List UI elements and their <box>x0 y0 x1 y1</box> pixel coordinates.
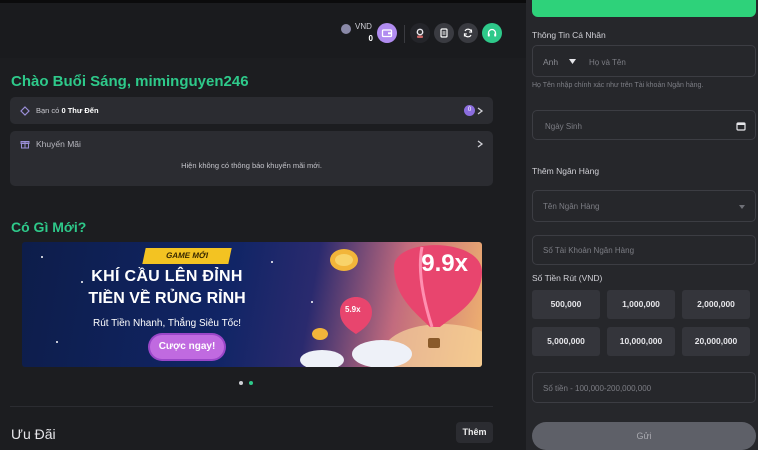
caret-down-icon <box>569 59 576 64</box>
divider <box>10 406 493 407</box>
account-number-field[interactable]: Số Tài Khoản Ngân Hàng <box>532 235 756 265</box>
submit-button[interactable]: Gửi <box>532 422 756 450</box>
calendar-icon[interactable] <box>736 121 746 131</box>
promo-banner[interactable]: GAME MỚI KHÍ CẦU LÊN ĐỈNH TIỀN VỀ RỦNG R… <box>22 242 482 367</box>
personal-info-title: Thông Tin Cá Nhân <box>532 30 606 40</box>
game-tag: GAME MỚI <box>142 248 232 264</box>
carousel-dots <box>239 381 255 386</box>
top-action-button[interactable] <box>532 0 756 17</box>
withdraw-panel: Thông Tin Cá Nhân Anh Họ và Tên Họ Tên n… <box>526 0 758 450</box>
inbox-prefix: Bạn có <box>36 106 60 115</box>
headset-icon[interactable] <box>482 23 502 43</box>
account-number-input[interactable]: Số Tài Khoản Ngân Hàng <box>543 246 634 255</box>
inbox-label: Bạn có 0 Thư Đến <box>36 106 99 115</box>
banner-subtitle: Rút Tiền Nhanh, Thắng Siêu Tốc! <box>92 318 242 329</box>
top-bar: VND 0 <box>0 0 526 58</box>
promo-label: Khuyến Mãi <box>36 139 81 149</box>
app-root: VND 0 Chào Buổi Sáng, miminguyen246 Bạn … <box>0 0 758 450</box>
avatar-icon[interactable] <box>410 23 430 43</box>
carousel-dot[interactable] <box>239 381 243 385</box>
chevron-right-icon <box>477 107 484 115</box>
full-name-input[interactable]: Họ và Tên <box>589 58 626 67</box>
offers-title: Ưu Đãi <box>11 426 56 442</box>
inbox-row[interactable]: Bạn có 0 Thư Đến 0 <box>10 97 493 124</box>
banner-headline-1: KHÍ CẦU LÊN ĐỈNH <box>91 268 243 285</box>
name-hint: Họ Tên nhập chính xác như trên Tài khoản… <box>532 82 704 89</box>
inbox-badge: 0 <box>464 105 475 116</box>
more-button[interactable]: Thêm <box>456 422 493 443</box>
promo-empty-message: Hiện không có thông báo khuyến mãi mới. <box>181 161 322 170</box>
gift-icon <box>20 141 30 149</box>
amount-option[interactable]: 10,000,000 <box>607 327 675 356</box>
clipboard-icon[interactable] <box>434 23 454 43</box>
multiplier-small: 5.9x <box>345 305 361 314</box>
withdraw-amount-title: Số Tiền Rút (VND) <box>532 273 603 283</box>
bank-select[interactable]: Tên Ngân Hàng <box>532 190 756 222</box>
multiplier-big: 9.9x <box>421 250 468 277</box>
wallet-balance[interactable]: VND 0 <box>341 22 375 44</box>
title-select[interactable]: Anh <box>543 57 558 67</box>
inbox-count: 0 Thư Đến <box>61 106 99 115</box>
banner-headline-2: TIỀN VỀ RỦNG RỈNH <box>88 290 246 307</box>
coin-icon <box>341 24 351 34</box>
greeting-title: Chào Buổi Sáng, miminguyen246 <box>11 73 249 90</box>
amount-option[interactable]: 20,000,000 <box>682 327 750 356</box>
chevron-right-icon <box>477 140 484 148</box>
promo-card[interactable]: Khuyến Mãi Hiện không có thông báo khuyế… <box>10 131 493 186</box>
name-field[interactable]: Anh Họ và Tên <box>532 45 756 77</box>
mail-icon <box>20 106 30 116</box>
dob-input[interactable]: Ngày Sinh <box>545 122 582 131</box>
carousel-dot-active[interactable] <box>249 381 253 385</box>
custom-amount-field[interactable]: Số tiền - 100,000-200,000,000 <box>532 372 756 403</box>
refresh-icon[interactable] <box>458 23 478 43</box>
dob-field[interactable]: Ngày Sinh <box>532 110 756 140</box>
balance-value: 0 <box>368 34 373 43</box>
currency-label: VND <box>355 22 372 31</box>
caret-down-icon <box>739 205 745 209</box>
divider <box>404 25 405 43</box>
bank-name-select[interactable]: Tên Ngân Hàng <box>543 202 599 211</box>
wallet-icon[interactable] <box>377 23 397 43</box>
amount-option[interactable]: 1,000,000 <box>607 290 675 319</box>
bet-now-button[interactable]: Cược ngay! <box>150 335 224 359</box>
whats-new-title: Có Gì Mới? <box>11 219 87 235</box>
main-panel: VND 0 Chào Buổi Sáng, miminguyen246 Bạn … <box>0 0 526 450</box>
add-bank-title: Thêm Ngân Hàng <box>532 166 600 176</box>
amount-option[interactable]: 2,000,000 <box>682 290 750 319</box>
amount-option[interactable]: 5,000,000 <box>532 327 600 356</box>
amount-input[interactable]: Số tiền - 100,000-200,000,000 <box>543 384 651 393</box>
amount-option[interactable]: 500,000 <box>532 290 600 319</box>
